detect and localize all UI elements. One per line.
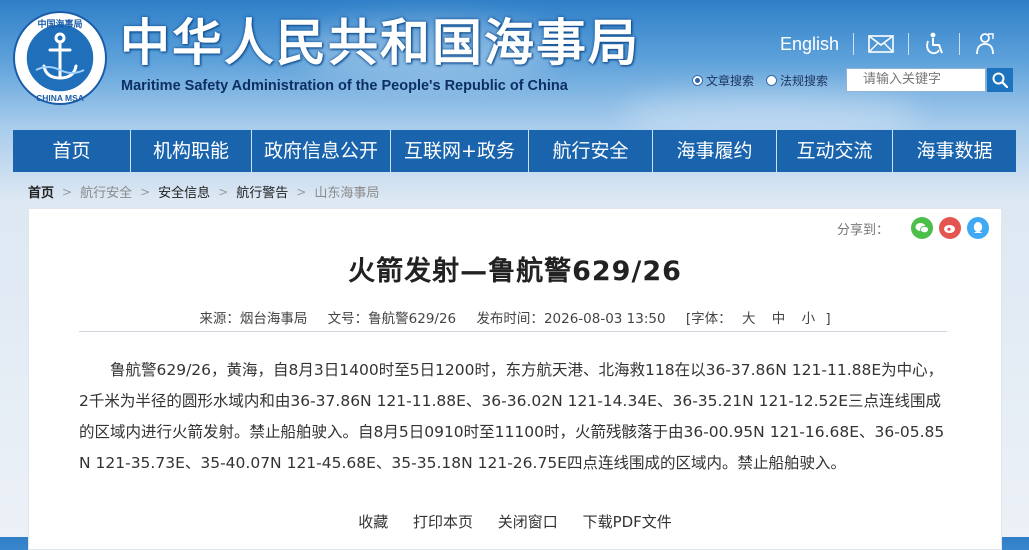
search-option-articles[interactable]: 文章搜索	[692, 72, 754, 89]
font-size-small[interactable]: 小	[802, 311, 816, 327]
breadcrumb-nav-warnings[interactable]: 航行警告	[236, 182, 288, 201]
accessibility-icon[interactable]	[923, 32, 945, 56]
print-link[interactable]: 打印本页	[413, 513, 473, 531]
meta-divider	[79, 331, 947, 332]
nav-item-interaction[interactable]: 互动交流	[777, 130, 893, 172]
article-actions: 收藏 打印本页 关闭窗口 下载PDF文件	[29, 511, 1001, 532]
nav-item-navigation-safety[interactable]: 航行安全	[529, 130, 653, 172]
divider	[853, 33, 855, 55]
qq-icon[interactable]	[967, 217, 989, 239]
breadcrumb-shandong-msa[interactable]: 山东海事局	[314, 182, 379, 201]
nav-item-gov-info[interactable]: 政府信息公开	[252, 130, 391, 172]
share-label: 分享到：	[836, 222, 889, 238]
mail-icon[interactable]	[868, 35, 894, 53]
utility-bar: English	[780, 30, 996, 58]
nav-item-internet-gov[interactable]: 互联网+政务	[391, 130, 529, 172]
font-size-label: [字体：	[685, 311, 732, 327]
font-size-close: ]	[825, 311, 831, 327]
search-icon	[992, 72, 1008, 88]
site-title-cn[interactable]: 中华人民共和国海事局	[120, 12, 640, 74]
chevron-right-icon: >	[218, 184, 229, 199]
weibo-icon[interactable]	[939, 217, 961, 239]
wechat-icon[interactable]	[911, 217, 933, 239]
breadcrumb-navigation-safety[interactable]: 航行安全	[80, 182, 132, 201]
logo-top-text: 中国海事局	[37, 18, 82, 30]
publish-time-label: 发布时间：	[476, 311, 544, 327]
article-meta: 来源：烟台海事局 文号：鲁航警629/26 发布时间：2026-08-03 13…	[29, 307, 1001, 327]
chevron-right-icon: >	[140, 184, 151, 199]
download-pdf-link[interactable]: 下载PDF文件	[583, 513, 672, 531]
chevron-right-icon: >	[62, 184, 73, 199]
article-body: 鲁航警629/26，黄海，自8月3日1400时至5日1200时，东方航天港、北海…	[79, 361, 945, 472]
divider	[908, 33, 910, 55]
share-bar: 分享到：	[837, 217, 989, 239]
site-header: 中国海事局 CHINA MSA 中华人民共和国海事局 Maritime Safe…	[0, 0, 1029, 130]
chevron-right-icon: >	[296, 184, 307, 199]
nav-item-compliance[interactable]: 海事履约	[653, 130, 777, 172]
article-card: 分享到： 火箭发射—鲁航警629/26 来源：烟台海事局 文号：鲁航警629/2…	[28, 208, 1002, 550]
logo-bottom-text: CHINA MSA	[36, 93, 84, 103]
search-option-label: 法规搜索	[780, 74, 829, 88]
radio-unselected-icon	[766, 75, 778, 86]
source-field: 来源：烟台海事局	[199, 311, 307, 327]
source-value: 烟台海事局	[239, 311, 308, 327]
divider	[959, 33, 961, 55]
search-button[interactable]	[987, 68, 1013, 92]
search-options: 文章搜索 法规搜索	[692, 72, 840, 89]
doc-number-label: 文号：	[327, 311, 369, 327]
search-option-regulations[interactable]: 法规搜索	[766, 72, 828, 89]
source-label: 来源：	[199, 311, 240, 327]
doc-number-field: 文号：鲁航警629/26	[328, 311, 457, 327]
search-option-label: 文章搜索	[706, 74, 755, 88]
doc-number-value: 鲁航警629/26	[368, 311, 457, 327]
font-size-medium[interactable]: 中	[772, 311, 786, 327]
nav-item-data[interactable]: 海事数据	[893, 130, 1016, 172]
main-nav: 首页 机构职能 政府信息公开 互联网+政务 航行安全 海事履约 互动交流 海事数…	[13, 130, 1016, 172]
site-title-en: Maritime Safety Administration of the Pe…	[121, 78, 568, 94]
article-title: 火箭发射—鲁航警629/26	[348, 256, 682, 287]
breadcrumb: 首页 > 航行安全 > 安全信息 > 航行警告 > 山东海事局	[28, 182, 379, 202]
publish-time-value: 2026-08-03 13:50	[543, 311, 666, 327]
search-input[interactable]: 请输入关键字	[846, 68, 986, 92]
publish-time-field: 发布时间：2026-08-03 13:50	[476, 311, 665, 327]
radio-selected-icon	[692, 75, 703, 86]
nav-item-functions[interactable]: 机构职能	[131, 130, 252, 172]
close-window-link[interactable]: 关闭窗口	[498, 513, 558, 531]
elderly-mode-icon[interactable]	[974, 32, 996, 56]
favorite-link[interactable]: 收藏	[358, 513, 388, 531]
logo[interactable]: 中国海事局 CHINA MSA	[12, 10, 108, 106]
nav-item-home[interactable]: 首页	[13, 130, 131, 172]
breadcrumb-home[interactable]: 首页	[28, 182, 54, 201]
breadcrumb-safety-info[interactable]: 安全信息	[158, 182, 210, 201]
font-size-large[interactable]: 大	[742, 311, 756, 327]
english-link[interactable]: English	[780, 34, 839, 55]
